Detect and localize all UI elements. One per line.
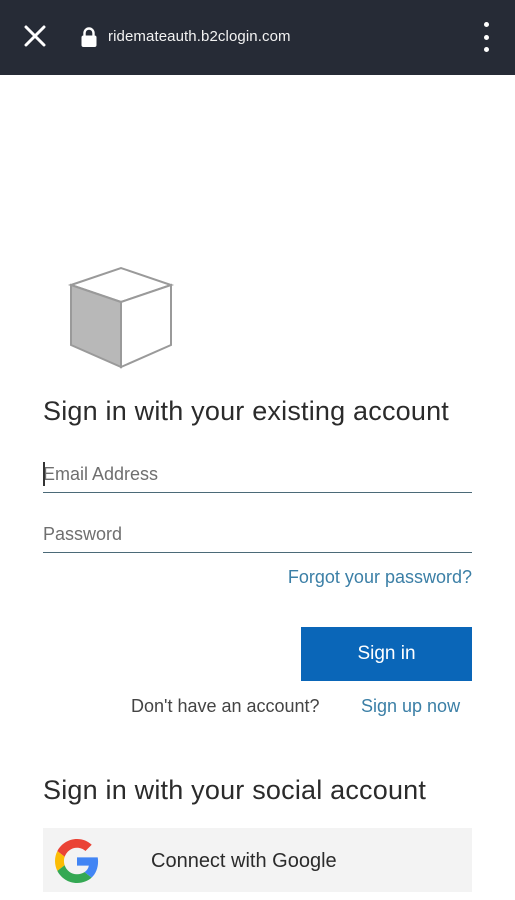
- no-account-text: Don't have an account?: [131, 696, 320, 716]
- signin-heading: Sign in with your existing account: [43, 396, 450, 426]
- placeholder-logo-icon: [66, 265, 176, 371]
- more-vertical-icon[interactable]: [477, 22, 495, 52]
- google-signin-button[interactable]: Connect with Google: [43, 828, 472, 892]
- text-cursor: [43, 462, 45, 486]
- browser-toolbar: ridemateauth.b2clogin.com: [0, 0, 515, 75]
- forgot-password-link[interactable]: Forgot your password?: [288, 567, 472, 588]
- lock-icon: [80, 26, 98, 48]
- signup-link[interactable]: Sign up now: [361, 696, 460, 717]
- url-text[interactable]: ridemateauth.b2clogin.com: [108, 28, 291, 45]
- password-field[interactable]: [43, 517, 472, 553]
- close-icon[interactable]: [20, 21, 50, 51]
- social-heading: Sign in with your social account: [43, 775, 427, 805]
- google-button-label: Connect with Google: [151, 850, 337, 872]
- email-field[interactable]: [43, 457, 472, 493]
- signin-button[interactable]: Sign in: [301, 627, 472, 681]
- google-icon: [55, 839, 99, 883]
